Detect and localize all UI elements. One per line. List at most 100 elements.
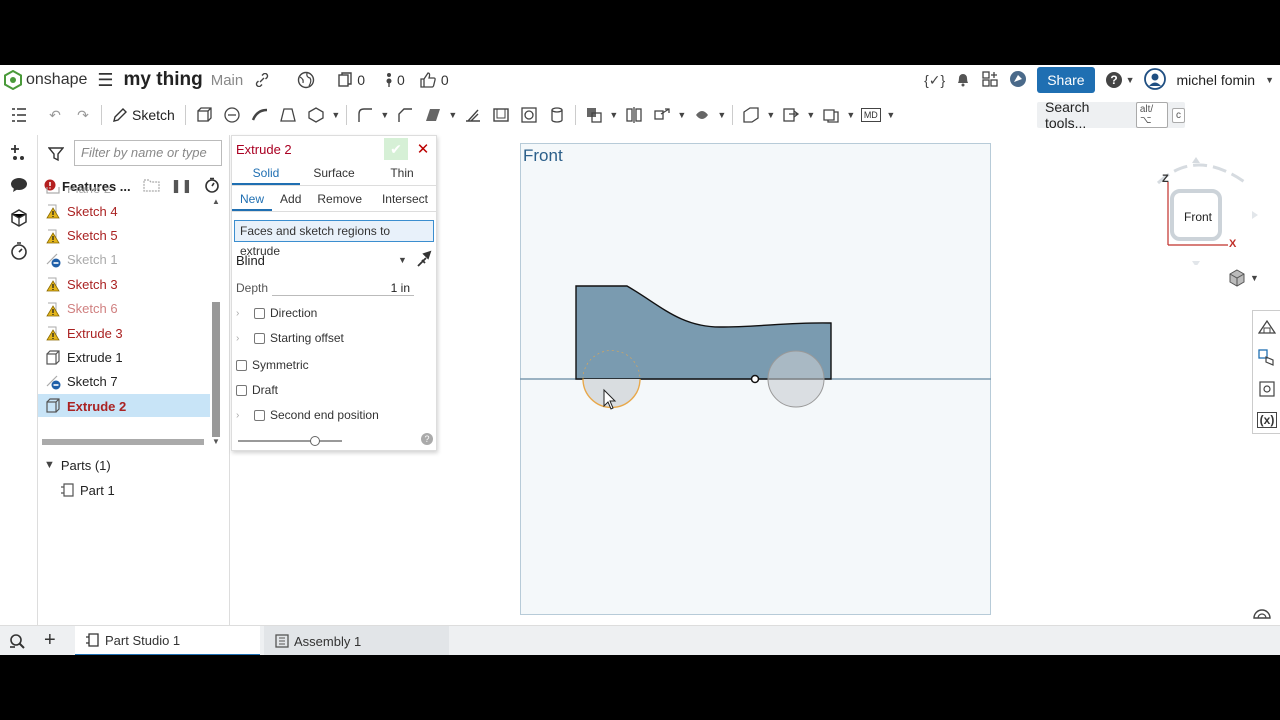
faces-selection-field[interactable]: Faces and sketch regions to extrude [234, 220, 434, 258]
preview-slider[interactable] [238, 436, 342, 446]
op-remove[interactable]: Remove [309, 188, 370, 211]
parts-library-icon[interactable] [0, 201, 37, 234]
render-mode-icon[interactable] [1253, 606, 1271, 623]
sketch-button[interactable]: Sketch [106, 107, 181, 123]
accept-checkmark-icon[interactable]: ✔ [384, 138, 408, 160]
chevron-right-icon[interactable]: › [236, 333, 254, 344]
pattern-tool-icon[interactable] [688, 102, 716, 128]
scroll-up-arrow-icon[interactable]: ▲ [212, 197, 220, 206]
filter-input[interactable]: Filter by name or type [74, 140, 222, 166]
help-icon[interactable]: ? ▼ [1105, 71, 1135, 89]
feature-item[interactable]: Extrude 3 [38, 321, 210, 345]
onshape-logo[interactable]: onshape [4, 70, 87, 90]
draft-tool-icon[interactable] [419, 102, 447, 128]
pattern-dropdown-caret-icon[interactable]: ▼ [716, 110, 728, 120]
like-icon[interactable]: 0 [419, 71, 449, 89]
hamburger-menu-icon[interactable]: ☰ [97, 70, 113, 91]
shell-tool-icon[interactable] [487, 102, 515, 128]
feature-list-scrollbar[interactable]: ▲ ▼ [210, 197, 222, 447]
chamfer-tool-icon[interactable] [391, 102, 419, 128]
plane-dropdown-caret-icon[interactable]: ▼ [765, 110, 777, 120]
globe-icon[interactable] [297, 71, 315, 89]
search-tools-field[interactable]: Search tools... alt/⌥ c [1037, 99, 1185, 131]
tab-solid[interactable]: Solid [232, 162, 300, 185]
direction-checkbox[interactable] [254, 307, 265, 319]
draft-dropdown-caret-icon[interactable]: ▼ [447, 110, 459, 120]
second-end-checkbox[interactable] [254, 409, 265, 421]
configurations-panel-icon[interactable] [1253, 342, 1280, 373]
help-caret-icon[interactable]: ▼ [1126, 75, 1135, 85]
slider-handle[interactable] [310, 436, 320, 446]
second-end-option[interactable]: › Second end position [236, 404, 379, 426]
model-based-definition-icon[interactable]: MD [857, 102, 885, 128]
chevron-right-icon[interactable]: › [236, 410, 254, 421]
boolean-dropdown-caret-icon[interactable]: ▼ [608, 110, 620, 120]
add-tab-icon[interactable]: + [44, 629, 56, 652]
undo-icon[interactable]: ↶ [41, 102, 69, 128]
op-new[interactable]: New [232, 188, 273, 211]
op-intersect[interactable]: Intersect [374, 188, 436, 211]
plane-tool-icon[interactable] [737, 102, 765, 128]
depth-input[interactable]: 1 in [272, 281, 414, 296]
end-type-select[interactable]: Blind ▼ [236, 248, 436, 272]
fillet-tool-icon[interactable] [351, 102, 379, 128]
feature-item[interactable]: Sketch 4 [38, 199, 210, 223]
filter-funnel-icon[interactable] [47, 146, 65, 165]
mbd-dropdown-caret-icon[interactable]: ▼ [885, 110, 897, 120]
user-avatar-icon[interactable] [1144, 67, 1167, 93]
mate-connector-tool-icon[interactable] [777, 102, 805, 128]
tab-thin[interactable]: Thin [368, 162, 436, 185]
feature-item[interactable]: Sketch 6 [38, 297, 210, 321]
branch-label[interactable]: Main [211, 72, 244, 89]
insert-icon[interactable] [0, 135, 37, 168]
part-item[interactable]: Part 1 [60, 478, 115, 502]
sheet-metal-tool-icon[interactable] [817, 102, 845, 128]
starting-offset-checkbox[interactable] [254, 332, 265, 344]
tab-assembly-1[interactable]: Assembly 1 [264, 626, 449, 655]
symmetric-checkbox[interactable] [236, 359, 247, 371]
fillet-dropdown-caret-icon[interactable]: ▼ [379, 110, 391, 120]
feature-list-horizontal-scrollbar[interactable] [42, 439, 204, 445]
revolve-tool-icon[interactable] [218, 102, 246, 128]
variables-icon[interactable]: {✓} [924, 72, 945, 89]
draft-checkbox[interactable] [236, 384, 247, 396]
thicken-tool-icon[interactable] [302, 102, 330, 128]
app-store-icon[interactable] [981, 70, 999, 91]
extrude-tool-icon[interactable] [190, 102, 218, 128]
draft-option[interactable]: Draft [236, 379, 278, 401]
view-cube-menu-icon[interactable]: ▼ [1228, 269, 1259, 287]
redo-icon[interactable]: ↷ [69, 102, 97, 128]
symmetric-option[interactable]: Symmetric [236, 354, 309, 376]
versions-icon[interactable]: 0 [385, 72, 405, 88]
split-tool-icon[interactable] [620, 102, 648, 128]
tab-surface[interactable]: Surface [300, 162, 368, 185]
sheet-metal-dropdown-caret-icon[interactable]: ▼ [845, 110, 857, 120]
rollback-timer-icon[interactable] [0, 234, 37, 267]
feature-item[interactable]: Sketch 5 [38, 223, 210, 247]
chevron-down-icon[interactable]: ▼ [44, 459, 55, 471]
rib-tool-icon[interactable] [459, 102, 487, 128]
feature-item[interactable]: Extrude 1 [38, 345, 210, 369]
front-plane[interactable]: Front [520, 143, 991, 615]
learning-center-icon[interactable] [1009, 70, 1027, 91]
chevron-right-icon[interactable]: › [236, 308, 254, 319]
document-title[interactable]: my thing [124, 69, 203, 91]
feature-item[interactable]: Plane 2 [38, 187, 210, 199]
thicken-dropdown-caret-icon[interactable]: ▼ [330, 110, 342, 120]
scrollbar-thumb[interactable] [212, 302, 220, 437]
share-button[interactable]: Share [1037, 67, 1095, 93]
op-add[interactable]: Add [272, 188, 309, 211]
feature-item[interactable]: Sketch 3 [38, 272, 210, 296]
tab-part-studio-1[interactable]: Part Studio 1 [75, 626, 260, 655]
transform-tool-icon[interactable] [648, 102, 676, 128]
cylinder-tool-icon[interactable] [543, 102, 571, 128]
direction-option[interactable]: › Direction [236, 302, 317, 324]
question-help-icon[interactable]: ? [421, 433, 433, 445]
loft-tool-icon[interactable] [274, 102, 302, 128]
comments-icon[interactable] [0, 168, 37, 201]
parts-section[interactable]: ▼ Parts (1) [38, 453, 231, 477]
mass-properties-icon[interactable] [1253, 373, 1280, 404]
variable-table-icon[interactable]: (x) [1253, 404, 1280, 435]
close-icon[interactable]: ✕ [412, 138, 434, 160]
feature-item[interactable]: Sketch 7 [38, 370, 210, 394]
